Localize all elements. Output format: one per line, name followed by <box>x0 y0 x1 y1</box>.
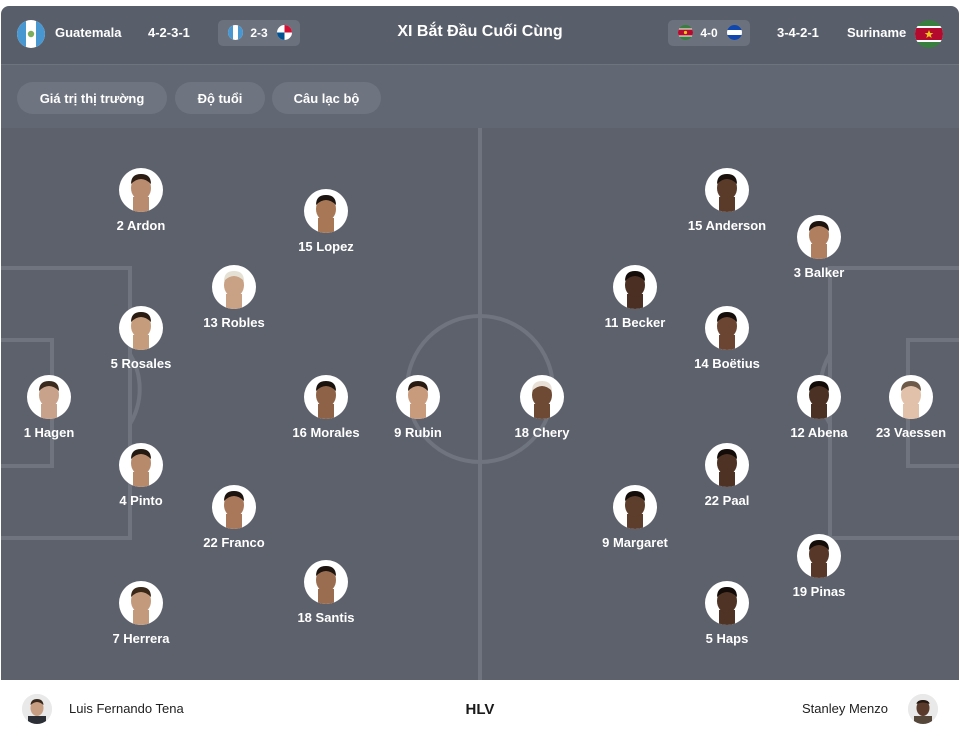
player-away-haps[interactable]: 5 Haps <box>672 581 782 646</box>
player-avatar <box>889 375 933 419</box>
player-avatar <box>705 306 749 350</box>
away-team-name: Suriname <box>847 25 907 40</box>
player-avatar <box>613 265 657 309</box>
player-name: 2 Ardon <box>116 218 166 233</box>
player-name: 15 Lopez <box>298 239 354 254</box>
player-away-boetius[interactable]: 14 Boëtius <box>672 306 782 371</box>
player-avatar <box>705 168 749 212</box>
away-formation: 3-4-2-1 <box>777 25 819 40</box>
away-coach-name[interactable]: Stanley Menzo <box>802 701 888 716</box>
player-avatar <box>797 215 841 259</box>
player-name: 3 Balker <box>793 265 845 280</box>
player-away-vaessen[interactable]: 23 Vaessen <box>856 375 959 440</box>
player-avatar <box>119 168 163 212</box>
player-home-hagen[interactable]: 1 Hagen <box>1 375 104 440</box>
player-name: 14 Boëtius <box>694 356 760 371</box>
player-avatar <box>119 581 163 625</box>
suriname-flag-icon <box>915 20 943 48</box>
away-recent-result[interactable]: 4-0 <box>668 20 750 46</box>
player-name: 9 Margaret <box>602 535 668 550</box>
player-name: 1 Hagen <box>23 425 75 440</box>
player-avatar <box>119 443 163 487</box>
player-avatar <box>212 485 256 529</box>
player-name: 5 Rosales <box>110 356 172 371</box>
filter-age-button[interactable]: Độ tuổi <box>175 82 265 114</box>
player-avatar <box>613 485 657 529</box>
player-avatar <box>304 375 348 419</box>
coach-bar: Luis Fernando Tena HLV Stanley Menzo <box>1 680 959 737</box>
player-home-rubin[interactable]: 9 Rubin <box>363 375 473 440</box>
player-home-ardon[interactable]: 2 Ardon <box>86 168 196 233</box>
player-avatar <box>705 443 749 487</box>
player-name: 23 Vaessen <box>875 425 947 440</box>
player-name: 9 Rubin <box>394 425 442 440</box>
player-home-franco[interactable]: 22 Franco <box>179 485 289 550</box>
player-home-santis[interactable]: 18 Santis <box>271 560 381 625</box>
player-avatar <box>797 534 841 578</box>
player-home-herrera[interactable]: 7 Herrera <box>86 581 196 646</box>
player-name: 22 Franco <box>203 535 265 550</box>
player-avatar <box>212 265 256 309</box>
player-away-balker[interactable]: 3 Balker <box>764 215 874 280</box>
pitch: 2 Ardon 15 Lopez 13 Robles 5 Rosales 1 H… <box>1 128 959 680</box>
player-home-lopez[interactable]: 15 Lopez <box>271 189 381 254</box>
player-name: 7 Herrera <box>112 631 170 646</box>
filter-bar: Giá trị thị trường Độ tuổi Câu lạc bộ <box>1 64 959 128</box>
player-avatar <box>119 306 163 350</box>
away-coach-avatar[interactable] <box>908 694 938 724</box>
lineup-widget: Guatemala 4-2-3-1 2-3 XI Bắt Đầu Cuối Cù… <box>0 0 962 737</box>
filter-market-value-button[interactable]: Giá trị thị trường <box>17 82 167 114</box>
player-avatar <box>396 375 440 419</box>
player-avatar <box>27 375 71 419</box>
player-avatar <box>520 375 564 419</box>
player-name: 18 Chery <box>514 425 570 440</box>
player-home-rosales[interactable]: 5 Rosales <box>86 306 196 371</box>
filter-club-button[interactable]: Câu lạc bộ <box>272 82 381 114</box>
lineup-header: Guatemala 4-2-3-1 2-3 XI Bắt Đầu Cuối Cù… <box>1 6 959 64</box>
player-away-margaret[interactable]: 9 Margaret <box>580 485 690 550</box>
player-name: 5 Haps <box>705 631 749 646</box>
player-avatar <box>705 581 749 625</box>
player-avatar <box>304 189 348 233</box>
player-avatar <box>797 375 841 419</box>
player-away-chery[interactable]: 18 Chery <box>487 375 597 440</box>
player-name: 18 Santis <box>297 610 355 625</box>
player-avatar <box>304 560 348 604</box>
el-salvador-flag-icon <box>727 25 742 40</box>
